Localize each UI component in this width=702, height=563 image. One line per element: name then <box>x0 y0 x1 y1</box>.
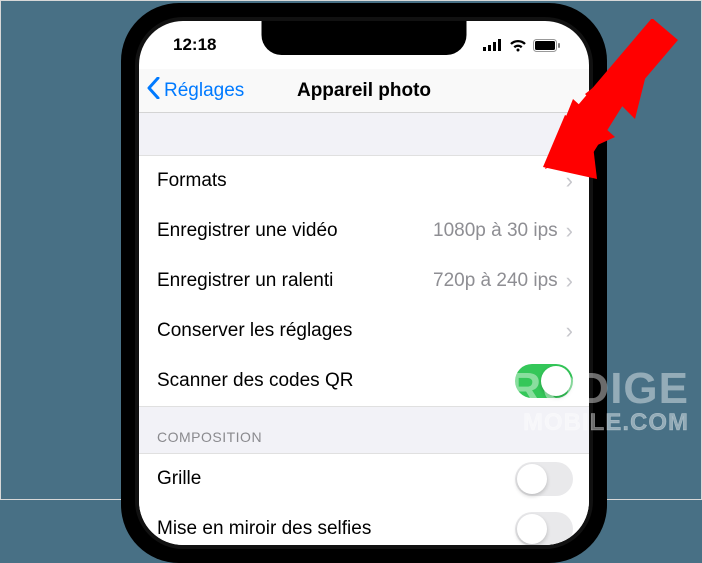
row-label: Enregistrer un ralenti <box>157 270 433 292</box>
screen: 12:18 Ré <box>139 21 589 545</box>
wifi-icon <box>509 39 527 52</box>
row-value: 720p à 240 ips <box>433 270 558 292</box>
back-label: Réglages <box>164 80 244 102</box>
toggle-scan-qr[interactable] <box>515 364 573 398</box>
nav-bar: Réglages Appareil photo <box>139 69 589 113</box>
chevron-right-icon: › <box>566 220 573 242</box>
phone-frame: 12:18 Ré <box>121 3 607 563</box>
row-label: Conserver les réglages <box>157 320 566 342</box>
row-formats[interactable]: Formats › <box>139 156 589 206</box>
chevron-left-icon <box>147 77 160 105</box>
section-header-composition: COMPOSITION <box>139 407 589 453</box>
page-title: Appareil photo <box>297 80 431 102</box>
chevron-right-icon: › <box>566 170 573 192</box>
row-label: Formats <box>157 170 566 192</box>
toggle-grid[interactable] <box>515 462 573 496</box>
back-button[interactable]: Réglages <box>147 77 244 105</box>
row-preserve-settings[interactable]: Conserver les réglages › <box>139 306 589 356</box>
row-label: Mise en miroir des selfies <box>157 518 515 540</box>
row-label: Enregistrer une vidéo <box>157 220 433 242</box>
row-value: 1080p à 30 ips <box>433 220 558 242</box>
row-scan-qr: Scanner des codes QR <box>139 356 589 406</box>
row-label: Grille <box>157 468 515 490</box>
signal-icon <box>483 39 503 51</box>
toggle-mirror-selfies[interactable] <box>515 512 573 545</box>
battery-icon <box>533 39 561 52</box>
row-grid: Grille <box>139 454 589 504</box>
header-gap <box>139 113 589 155</box>
row-record-slomo[interactable]: Enregistrer un ralenti 720p à 240 ips › <box>139 256 589 306</box>
row-mirror-selfies: Mise en miroir des selfies <box>139 504 589 545</box>
row-label: Scanner des codes QR <box>157 370 515 392</box>
notch <box>262 21 467 55</box>
chevron-right-icon: › <box>566 320 573 342</box>
phone-bezel: 12:18 Ré <box>135 17 593 549</box>
status-time: 12:18 <box>173 35 216 55</box>
row-record-video[interactable]: Enregistrer une vidéo 1080p à 30 ips › <box>139 206 589 256</box>
chevron-right-icon: › <box>566 270 573 292</box>
